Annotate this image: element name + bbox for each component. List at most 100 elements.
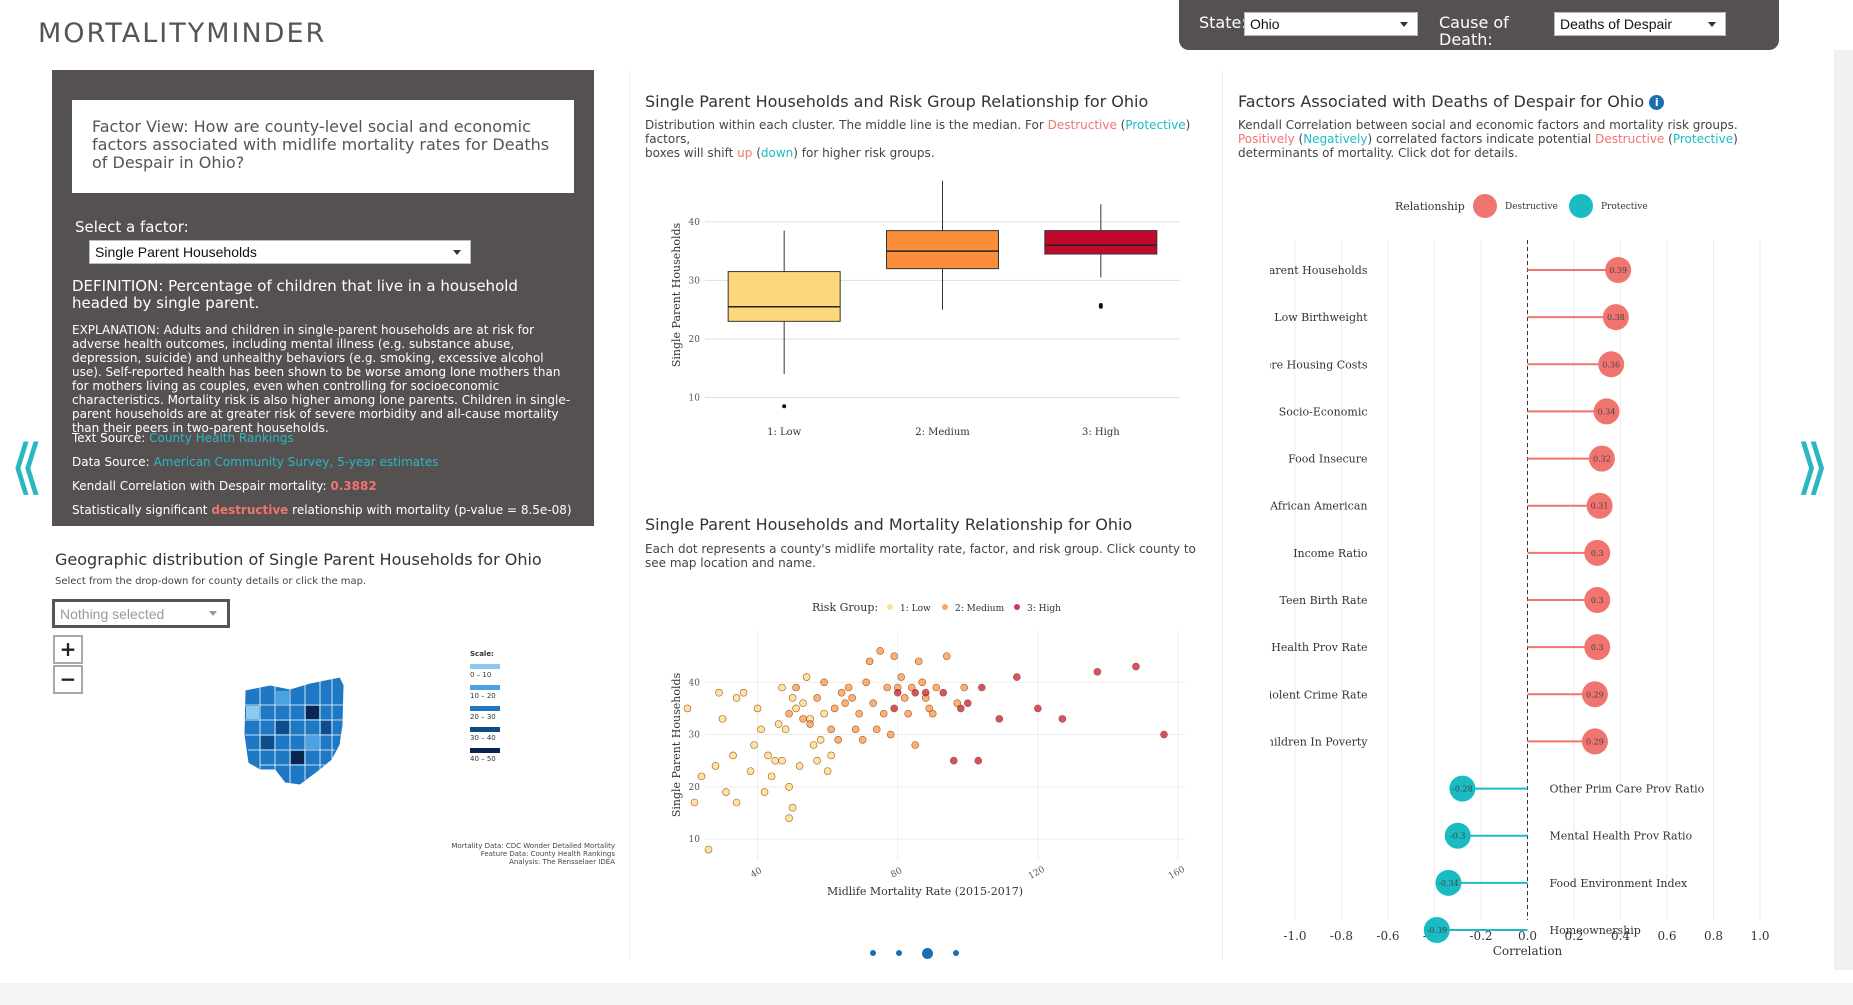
legend-label: 2: Medium bbox=[955, 604, 1005, 614]
scatter-point bbox=[865, 657, 874, 666]
data-source: Data Source: American Community Survey, … bbox=[72, 455, 439, 469]
factor-label: Food Environment Index bbox=[1550, 877, 1689, 890]
scatter-point bbox=[858, 735, 867, 744]
scatter-point bbox=[890, 652, 898, 660]
scatter-point bbox=[792, 704, 800, 713]
scatter-point bbox=[753, 704, 762, 713]
vertical-scrollbar[interactable] bbox=[1834, 50, 1853, 970]
scatter-point bbox=[799, 715, 807, 723]
lollipop-value-label: 0.29 bbox=[1586, 690, 1604, 699]
factor-label: Food Insecure bbox=[1288, 453, 1367, 466]
x-tick-label: 120 bbox=[1027, 865, 1047, 882]
lollipop-value-label: -0.34 bbox=[1438, 879, 1459, 888]
cause-select-value: Deaths of Despair bbox=[1560, 16, 1673, 32]
factor-label: Children In Poverty bbox=[1270, 735, 1368, 748]
positively-word: Positively bbox=[1238, 132, 1295, 146]
scatter-chart[interactable]: Risk Group: 1: Low 2: Medium 3: High 10 20 30 4… bbox=[660, 595, 1200, 910]
info-icon[interactable]: i bbox=[1649, 95, 1665, 110]
legend-marker bbox=[887, 604, 893, 610]
next-page-arrow-icon[interactable]: ⟫ bbox=[1796, 432, 1829, 502]
correlation-chart[interactable]: Relationship Destructive Protective -1.0 -0.… bbox=[1270, 185, 1770, 955]
county-dark bbox=[261, 736, 274, 749]
x-tick-label: -0.8 bbox=[1330, 929, 1353, 943]
zoom-in-button[interactable]: + bbox=[53, 635, 83, 664]
scale-swatch bbox=[470, 706, 500, 711]
factor-label: Homeownership bbox=[1550, 924, 1641, 937]
desc-text: ) correlated factors indicate potential bbox=[1367, 132, 1596, 146]
column-divider bbox=[629, 70, 630, 960]
scale-item: 10 – 20 bbox=[470, 685, 510, 700]
scale-item: 0 – 10 bbox=[470, 664, 510, 679]
ohio-map[interactable] bbox=[240, 675, 350, 790]
scatter-point bbox=[862, 678, 870, 687]
x-tick-label: 80 bbox=[889, 866, 904, 881]
lollipop-value-label: -0.3 bbox=[1450, 832, 1465, 841]
scatter-point bbox=[764, 751, 772, 760]
page-dot[interactable] bbox=[896, 950, 902, 956]
text-source-link[interactable]: County Health Rankings bbox=[149, 431, 294, 445]
scatter-point bbox=[914, 657, 923, 666]
x-tick-label: -1.0 bbox=[1283, 929, 1306, 943]
horizontal-scrollbar[interactable] bbox=[0, 983, 1853, 1005]
scatter-point bbox=[788, 694, 797, 702]
scatter-point bbox=[792, 683, 800, 692]
factor-label: Severe Housing Costs bbox=[1270, 358, 1368, 371]
scatter-point bbox=[883, 683, 891, 692]
factor-select[interactable]: Single Parent Households bbox=[89, 240, 471, 264]
chevron-down-icon bbox=[1400, 22, 1408, 27]
scatter-point bbox=[830, 704, 839, 713]
protective-word: Protective bbox=[1125, 118, 1186, 132]
lollipop-value-label: 0.3 bbox=[1591, 549, 1604, 558]
desc-text: ( bbox=[752, 146, 761, 160]
x-tick-label: 1: Low bbox=[767, 427, 802, 438]
factor-panel: Factor View: How are county-level social… bbox=[52, 70, 594, 526]
scatter-point bbox=[834, 735, 842, 744]
scatter-point bbox=[1132, 662, 1140, 671]
scatter-point bbox=[774, 720, 783, 728]
scatter-point bbox=[1160, 730, 1168, 739]
legend-marker bbox=[1473, 194, 1497, 218]
scatter-point bbox=[963, 699, 972, 707]
page-dot[interactable] bbox=[922, 947, 933, 959]
scatter-point bbox=[1093, 668, 1102, 676]
scatter-point bbox=[806, 720, 814, 728]
map-scale-legend: 0 – 10 10 – 20 20 – 30 30 – 40 40 – 50 bbox=[470, 664, 510, 769]
scatter-point bbox=[939, 688, 948, 697]
x-tick-label: -0.6 bbox=[1376, 929, 1399, 943]
county-dropdown[interactable]: Nothing selected bbox=[52, 599, 230, 628]
factor-label: African American bbox=[1270, 500, 1368, 513]
boxplot-chart[interactable]: 10 20 30 40 Single Parent Households 1: Low 2:… bbox=[660, 170, 1190, 450]
scatter-point bbox=[760, 788, 769, 796]
legend-marker bbox=[1569, 194, 1593, 218]
desc-text: Kendall Correlation between social and e… bbox=[1238, 118, 1738, 132]
scatter-point bbox=[704, 845, 713, 854]
page-dot[interactable] bbox=[953, 950, 959, 956]
desc-text: ( bbox=[1664, 132, 1673, 146]
y-tick-label: 20 bbox=[689, 783, 701, 793]
x-tick-label: 160 bbox=[1167, 865, 1187, 882]
data-source-link[interactable]: American Community Survey, 5-year estima… bbox=[154, 455, 439, 469]
county-dark bbox=[291, 751, 304, 764]
scatter-point bbox=[876, 647, 884, 655]
legend-marker bbox=[1014, 604, 1020, 610]
prev-page-arrow-icon[interactable]: ⟪ bbox=[10, 432, 43, 502]
factor-select-value: Single Parent Households bbox=[95, 244, 257, 260]
destructive-word: Destructive bbox=[1595, 132, 1665, 146]
credit-mortality: Mortality Data: CDC Wonder Detailed Mort… bbox=[451, 842, 615, 850]
scatter-point bbox=[729, 751, 737, 760]
geo-title: Geographic distribution of Single Parent… bbox=[55, 550, 542, 569]
page-dot[interactable] bbox=[870, 950, 876, 956]
scatter-point bbox=[918, 678, 927, 687]
y-tick-label: 30 bbox=[689, 276, 701, 286]
scatter-point bbox=[827, 751, 835, 760]
scatter-point bbox=[1034, 704, 1042, 713]
down-word: down bbox=[760, 146, 794, 160]
cause-select[interactable]: Deaths of Despair bbox=[1554, 12, 1726, 36]
zoom-out-button[interactable]: − bbox=[53, 665, 83, 694]
desc-text: ) for higher risk groups. bbox=[793, 146, 935, 160]
text-source: Text Source: County Health Rankings bbox=[72, 431, 294, 445]
factor-label: Socio-Economic bbox=[1279, 405, 1368, 418]
scatter-point bbox=[897, 673, 906, 681]
state-select[interactable]: Ohio bbox=[1244, 12, 1418, 36]
scatter-point bbox=[837, 688, 846, 697]
